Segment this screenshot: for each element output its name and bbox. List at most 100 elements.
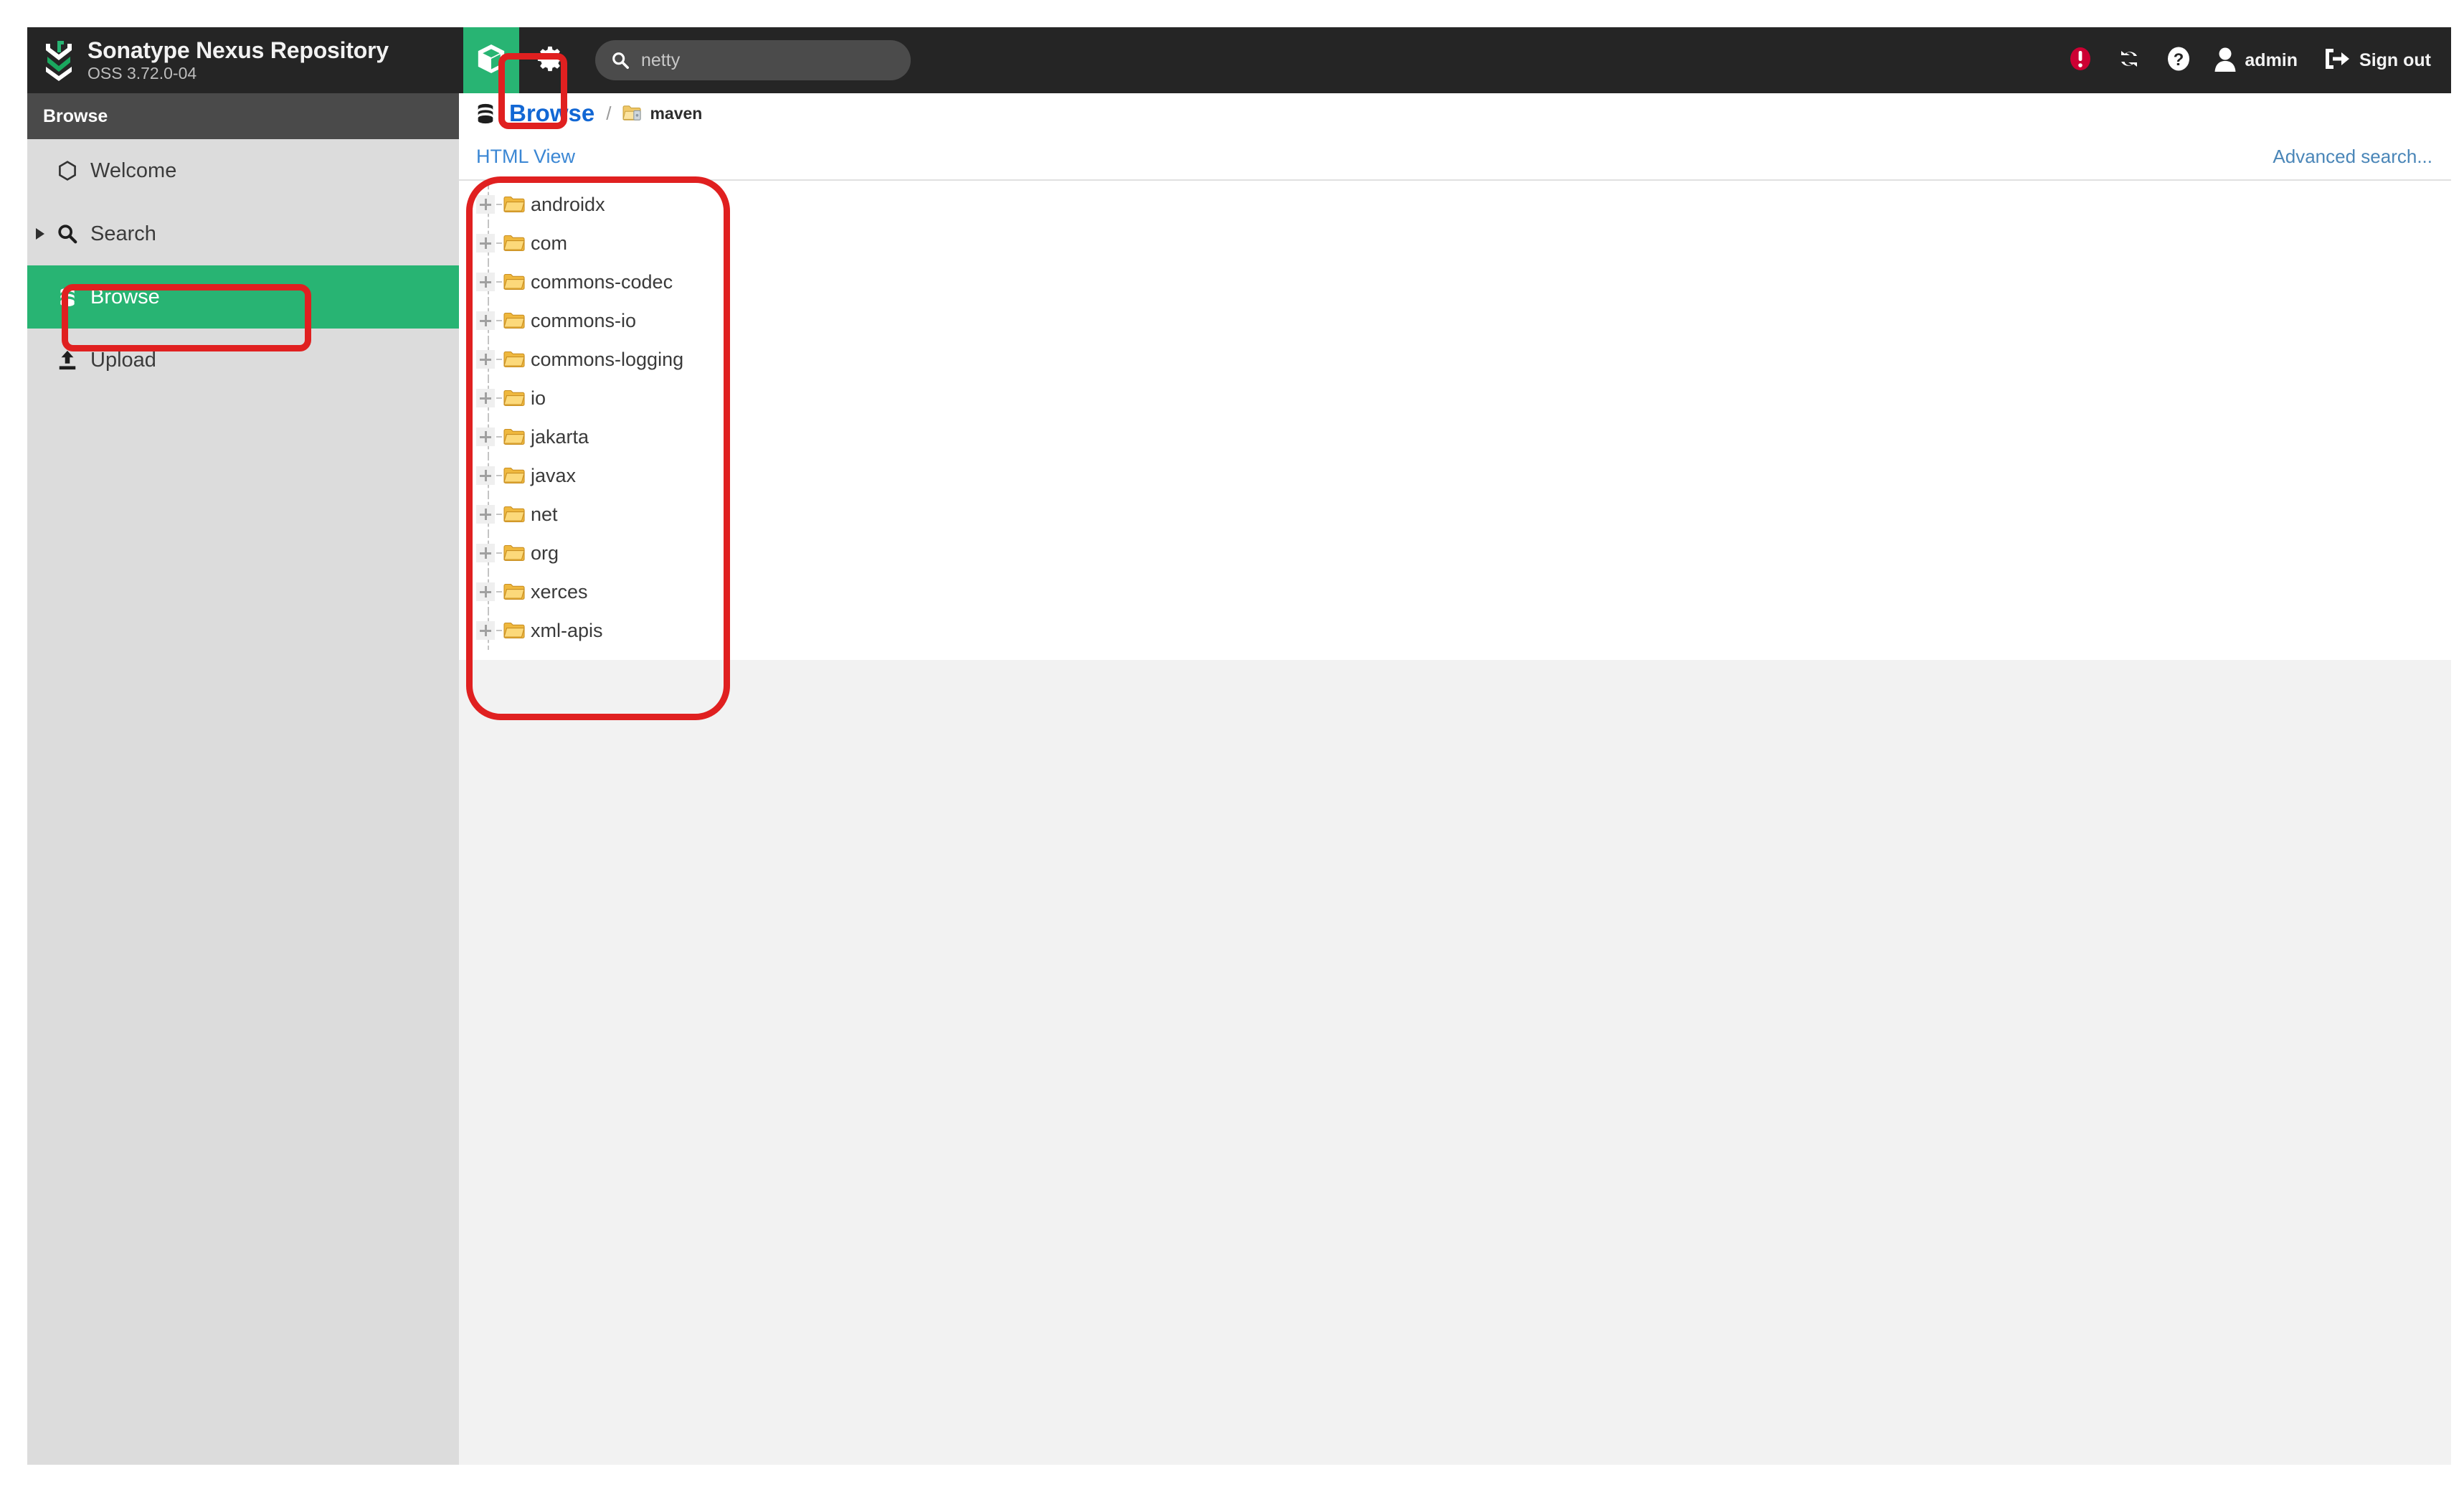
- folder-icon: [503, 622, 525, 639]
- sidebar-section-title: Browse: [27, 93, 459, 139]
- tree-item-net[interactable]: net: [459, 495, 2451, 534]
- tree-connector: [496, 281, 502, 283]
- folder-icon: [503, 583, 525, 600]
- folder-icon: [503, 235, 525, 252]
- alert-button[interactable]: [2057, 27, 2104, 93]
- cube-icon: [477, 43, 506, 78]
- upload-icon: [55, 349, 80, 371]
- refresh-button[interactable]: [2104, 27, 2154, 93]
- repository-tree-panel: androidx com commons-codec commons-io common…: [459, 179, 2451, 660]
- repository-cube-button[interactable]: [463, 27, 519, 93]
- tree-item-label: xerces: [531, 580, 588, 603]
- search-input[interactable]: [640, 49, 879, 72]
- tree-connector: [496, 242, 502, 244]
- tree-connector: [496, 475, 502, 476]
- sidebar: Browse Welcome Search Browse Upload: [27, 93, 459, 1465]
- chevron-right-icon: [36, 228, 44, 240]
- expand-plus-icon[interactable]: [476, 195, 495, 214]
- tree-item-org[interactable]: org: [459, 534, 2451, 572]
- tree-item-androidx[interactable]: androidx: [459, 185, 2451, 224]
- folder-icon: [503, 506, 525, 523]
- sidebar-item-upload[interactable]: Upload: [27, 329, 459, 392]
- tree-item-xerces[interactable]: xerces: [459, 572, 2451, 611]
- expand-plus-icon[interactable]: [476, 582, 495, 601]
- user-avatar-icon: [2213, 46, 2237, 75]
- tree-item-label: commons-io: [531, 309, 637, 331]
- sidebar-item-label: Search: [90, 222, 156, 245]
- tree-item-jakarta[interactable]: jakarta: [459, 417, 2451, 456]
- html-view-link[interactable]: HTML View: [476, 146, 575, 168]
- tree-connector: [496, 320, 502, 321]
- sidebar-item-welcome[interactable]: Welcome: [27, 139, 459, 202]
- search-icon: [55, 223, 80, 245]
- nexus-repository-app: Sonatype Nexus Repository OSS 3.72.0-04: [27, 27, 2451, 1465]
- sidebar-item-search[interactable]: Search: [27, 202, 459, 265]
- sidebar-item-label: Browse: [90, 285, 160, 308]
- folder-icon: [503, 312, 525, 329]
- tree-item-label: javax: [531, 464, 577, 486]
- expand-plus-icon[interactable]: [476, 621, 495, 640]
- expand-plus-icon[interactable]: [476, 311, 495, 330]
- tree-item-label: org: [531, 542, 559, 564]
- sign-out-button[interactable]: Sign out: [2306, 27, 2435, 93]
- user-menu[interactable]: admin: [2203, 27, 2306, 93]
- tree-item-label: io: [531, 387, 546, 409]
- settings-button[interactable]: [519, 27, 581, 93]
- error-exclamation-icon: [2069, 47, 2092, 75]
- breadcrumb-separator: /: [606, 102, 612, 124]
- folder-icon: [503, 273, 525, 291]
- sidebar-item-label: Welcome: [90, 159, 177, 182]
- tree-item-label: commons-logging: [531, 348, 684, 370]
- expand-plus-icon[interactable]: [476, 544, 495, 562]
- sign-out-label: Sign out: [2359, 49, 2431, 70]
- repository-folder-icon: [622, 105, 643, 122]
- repository-toolbar: HTML View Advanced search...: [459, 133, 2451, 179]
- sidebar-item-browse[interactable]: Browse: [27, 265, 459, 329]
- expand-plus-icon[interactable]: [476, 466, 495, 485]
- database-icon: [55, 287, 80, 307]
- tree-item-label: net: [531, 503, 558, 525]
- tree-item-io[interactable]: io: [459, 379, 2451, 417]
- folder-icon: [503, 351, 525, 368]
- tree-item-javax[interactable]: javax: [459, 456, 2451, 495]
- folder-icon: [503, 544, 525, 562]
- tree-connector: [496, 552, 502, 554]
- expand-plus-icon[interactable]: [476, 389, 495, 407]
- tree-item-commons-logging[interactable]: commons-logging: [459, 340, 2451, 379]
- tree-item-xml-apis[interactable]: xml-apis: [459, 611, 2451, 650]
- main-content: Browse / maven HTML View Advanced search…: [459, 93, 2451, 1465]
- advanced-search-link[interactable]: Advanced search...: [2273, 146, 2432, 168]
- tree-item-label: androidx: [531, 193, 605, 215]
- tree-item-label: commons-codec: [531, 270, 673, 293]
- expand-plus-icon[interactable]: [476, 505, 495, 524]
- tree-item-label: jakarta: [531, 425, 589, 448]
- help-button[interactable]: ?: [2154, 27, 2203, 93]
- repository-tree: androidx com commons-codec commons-io common…: [459, 185, 2451, 660]
- expand-plus-icon[interactable]: [476, 234, 495, 252]
- breadcrumb: Browse / maven: [459, 93, 2451, 133]
- tree-connector: [496, 204, 502, 205]
- tree-connector: [496, 397, 502, 399]
- app-header: Sonatype Nexus Repository OSS 3.72.0-04: [27, 27, 2451, 93]
- tree-item-com[interactable]: com: [459, 224, 2451, 263]
- brand-subtitle: OSS 3.72.0-04: [87, 64, 197, 83]
- brand-text: Sonatype Nexus Repository OSS 3.72.0-04: [87, 38, 389, 82]
- tree-item-commons-io[interactable]: commons-io: [459, 301, 2451, 340]
- tree-connector: [496, 591, 502, 592]
- expand-plus-icon[interactable]: [476, 428, 495, 446]
- brand-title: Sonatype Nexus Repository: [87, 37, 389, 63]
- folder-icon: [503, 467, 525, 484]
- svg-text:?: ?: [2174, 50, 2184, 70]
- gear-icon: [536, 45, 564, 76]
- expand-plus-icon[interactable]: [476, 273, 495, 291]
- help-question-icon: ?: [2166, 46, 2191, 75]
- hexagon-icon: [55, 160, 80, 181]
- search-icon: [611, 51, 630, 70]
- breadcrumb-root-link[interactable]: Browse: [509, 100, 594, 127]
- tree-connector: [496, 630, 502, 631]
- refresh-icon: [2116, 46, 2142, 75]
- tree-item-commons-codec[interactable]: commons-codec: [459, 263, 2451, 301]
- global-search[interactable]: [595, 40, 911, 80]
- sign-out-icon: [2323, 47, 2351, 75]
- expand-plus-icon[interactable]: [476, 350, 495, 369]
